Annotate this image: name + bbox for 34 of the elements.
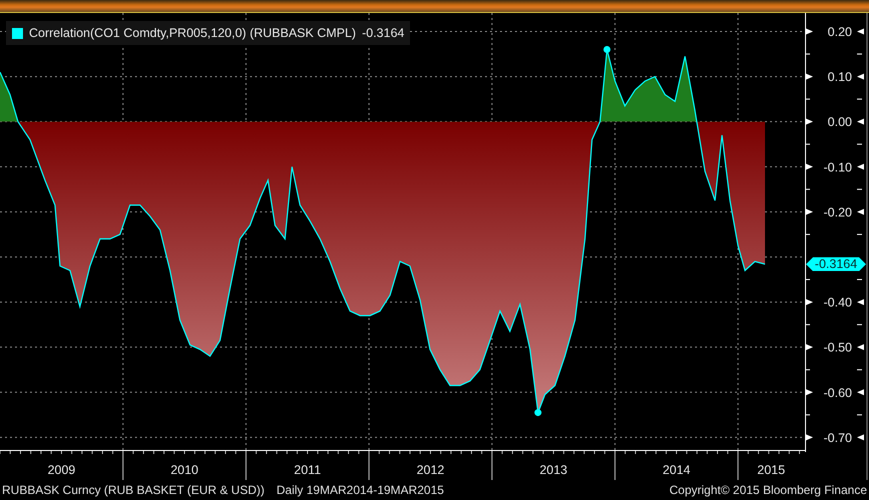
y-tick-label: -0.70 (824, 430, 852, 445)
x-tick-label: 2015 (757, 463, 786, 477)
x-tick-label: 2010 (170, 463, 198, 477)
legend-swatch (12, 28, 23, 38)
x-tick-label: 2013 (540, 463, 568, 477)
y-tick-label: 0.00 (828, 115, 852, 130)
copyright-notice: Copyright© 2015 Bloomberg Finance (669, 483, 867, 497)
date-range: Daily 19MAR2014-19MAR2015 (276, 483, 444, 497)
x-tick-label: 2012 (416, 463, 444, 477)
y-tick-label: -0.40 (824, 296, 852, 310)
tick-arrow-icon (857, 164, 864, 170)
tick-arrow-icon (857, 118, 864, 125)
x-tick-label: 2009 (48, 463, 76, 477)
legend-value: -0.3164 (362, 26, 404, 40)
tick-arrow-icon (857, 434, 864, 440)
tick-arrow-icon (857, 28, 864, 34)
y-tick-label: 0.10 (828, 70, 852, 84)
x-tick-label: 2011 (294, 463, 321, 477)
y-tick-label: -0.60 (824, 386, 852, 400)
y-tick-label: 0.20 (828, 25, 852, 39)
security-description: RUBBASK Curncy (RUB BASKET (EUR & USD)) (2, 483, 264, 497)
y-tick-label: -0.50 (824, 340, 852, 355)
tick-arrow-icon (857, 344, 864, 350)
last-value-badge: -0.3164 (806, 257, 866, 272)
tick-arrow-icon (857, 208, 864, 215)
min-marker (534, 409, 542, 416)
tick-arrow-icon (857, 389, 864, 396)
tick-arrow-icon (857, 74, 864, 80)
legend-label: Correlation(CO1 Comdty,PR005,120,0) (RUBBASK CMPL) (29, 26, 356, 40)
max-marker (603, 46, 610, 54)
x-tick-label: 2014 (662, 463, 690, 477)
y-tick-label: -0.20 (824, 205, 852, 220)
tick-arrow-icon (857, 299, 864, 306)
y-tick-label: -0.10 (824, 160, 852, 174)
